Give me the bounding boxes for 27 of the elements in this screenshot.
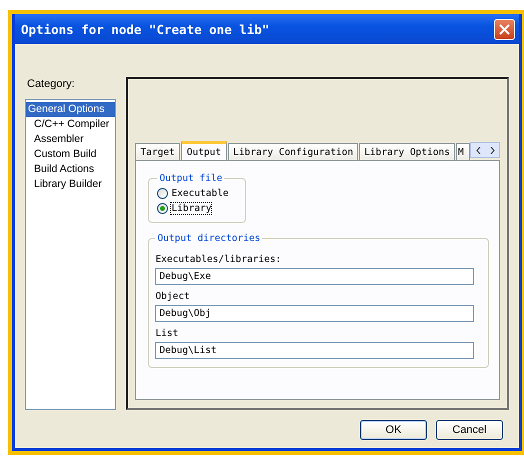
close-button[interactable]	[494, 18, 515, 40]
tab[interactable]: Library Options	[359, 143, 455, 160]
dialog-button[interactable]: Cancel	[436, 420, 503, 440]
input-field[interactable]: Debug\Exe	[155, 268, 474, 285]
category-item[interactable]: C/C++ Compiler	[26, 117, 116, 132]
category-item[interactable]: Library Builder	[26, 177, 116, 192]
field-label: Executables/libraries:	[155, 253, 282, 267]
group-title: Output file	[158, 173, 224, 184]
category-item[interactable]: Assembler	[26, 132, 116, 147]
tab[interactable]: Library Configuration	[228, 143, 358, 160]
category-item[interactable]: General Options	[26, 102, 116, 117]
tab[interactable]: Target	[135, 143, 180, 160]
group-title: Output directories	[156, 233, 262, 244]
input-field[interactable]: Debug\List	[155, 342, 474, 359]
input-field[interactable]: Debug\Obj	[155, 305, 474, 322]
category-item[interactable]: Build Actions	[26, 162, 116, 177]
dialog-button[interactable]: OK	[360, 420, 427, 440]
tab[interactable]: Output	[180, 141, 228, 160]
field-label: Object	[155, 290, 191, 304]
tab[interactable]: M	[456, 143, 470, 160]
close-icon	[499, 24, 510, 34]
field-label: List	[155, 327, 180, 341]
radio-option[interactable]: Library	[157, 201, 212, 216]
window-title: Options for node "Create one lib"	[21, 22, 270, 36]
category-label: Category:	[26, 77, 76, 92]
radio-option[interactable]: Executable	[157, 186, 229, 201]
category-item[interactable]: Custom Build	[26, 147, 116, 162]
